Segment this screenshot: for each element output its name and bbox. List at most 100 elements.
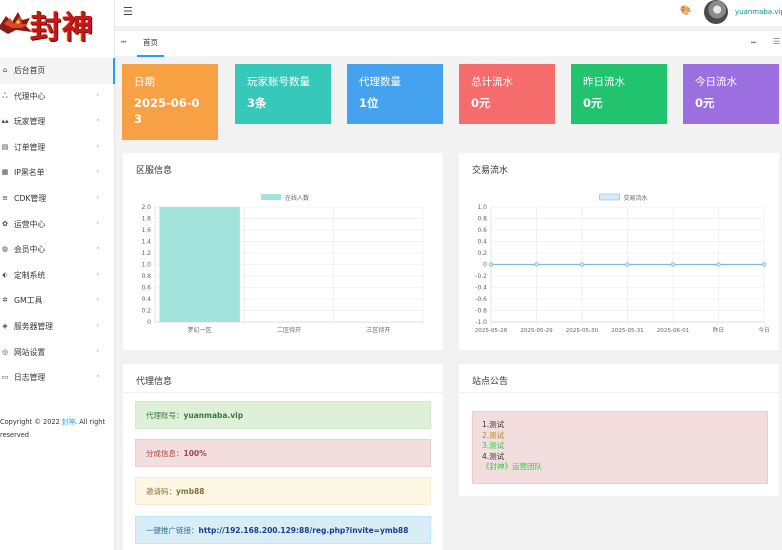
sidebar-item-label: 代理中心 xyxy=(14,91,46,101)
sidebar-item-10[interactable]: ◈ 服务器管理 › xyxy=(0,314,115,340)
sidebar-item-7[interactable]: ◍ 会员中心 › xyxy=(0,237,115,263)
sidebar-item-12[interactable]: ▭ 日志管理 › xyxy=(0,365,115,391)
invite-code-box: 邀请码：ymb88 xyxy=(135,477,431,505)
chevron-right-icon: › xyxy=(96,295,99,304)
server-icon: ◈ xyxy=(2,321,8,330)
legend-swatch[interactable] xyxy=(261,194,281,200)
stat-card-5: 今日流水 0元 xyxy=(683,64,779,124)
x-tick-label: 昨日 xyxy=(713,326,724,334)
avatar[interactable] xyxy=(704,0,728,24)
data-point[interactable] xyxy=(534,262,539,267)
chevron-right-icon: › xyxy=(96,141,99,150)
data-point[interactable] xyxy=(488,262,494,267)
chevron-right-icon: › xyxy=(96,90,99,99)
bar[interactable] xyxy=(159,207,240,322)
sidebar-item-label: 日志管理 xyxy=(14,373,46,383)
x-tick-label: 2025-05-29 xyxy=(520,328,553,334)
sidebar-item-11[interactable]: ◎ 网站设置 › xyxy=(0,340,115,366)
y-tick-label: -0.6 xyxy=(475,296,487,303)
legend-swatch[interactable] xyxy=(599,193,620,201)
home-icon: ⌂ xyxy=(2,66,8,74)
x-tick-label: 2025-05-28 xyxy=(475,328,508,334)
gear-icon: ✿ xyxy=(2,219,8,228)
sidebar-item-5[interactable]: ≡ CDK管理 › xyxy=(0,186,115,212)
copyright: Copyright © 2022 封神. All right reserved xyxy=(0,416,112,442)
data-point[interactable] xyxy=(670,262,676,267)
sidebar-item-label: 网站设置 xyxy=(14,347,46,357)
custom-icon: ⬖ xyxy=(2,270,8,279)
bug-icon: ✲ xyxy=(2,296,8,305)
agent-account-value: yuanmaba.vip xyxy=(183,411,244,420)
x-tick-label: 二区待开 xyxy=(277,326,301,334)
agent-account-box: 代理账号：yuanmaba.vip xyxy=(135,401,431,429)
tab-scroll-right-icon[interactable]: ⏭ xyxy=(751,39,756,47)
legend-label[interactable]: 在线人数 xyxy=(285,194,309,202)
chevron-right-icon: › xyxy=(96,320,99,329)
y-tick-label: -0.4 xyxy=(475,285,487,292)
stat-value: 0元 xyxy=(471,96,491,110)
stat-title: 代理数量 xyxy=(359,76,401,88)
trade-line-chart: 交易流水 -1.0 -0.8 -0.6 -0.4 -0.2 0 0.2 0.4 0.6 0.8 1.0… xyxy=(475,193,770,334)
data-point[interactable] xyxy=(625,262,630,267)
sidebar-item-label: 定制系统 xyxy=(14,270,46,280)
agent-share-value: 100% xyxy=(183,449,207,458)
chevron-right-icon: › xyxy=(96,269,99,278)
sidebar-item-6[interactable]: ✿ 运营中心 › xyxy=(0,212,115,238)
data-point[interactable] xyxy=(761,262,767,267)
stat-value: 0元 xyxy=(695,96,715,110)
stat-card-3: 总计流水 0元 xyxy=(459,64,555,124)
data-point[interactable] xyxy=(716,262,721,267)
y-tick-label: 0.8 xyxy=(477,216,487,223)
copyright-brand-link[interactable]: 封神 xyxy=(62,418,75,426)
agents-icon: ஃ xyxy=(2,91,8,100)
order-icon: ▤ xyxy=(1,142,9,151)
top-header: ☰ 🎨 yuanmaba.vip xyxy=(115,0,782,26)
y-tick-label: 0 xyxy=(147,319,151,326)
brand-logo[interactable]: 封神 xyxy=(0,2,112,46)
x-tick-label: 梦幻一区 xyxy=(188,326,212,334)
dragon-logo-icon xyxy=(0,12,32,34)
y-tick-label: 0.4 xyxy=(141,296,151,303)
y-tick-label: -0.8 xyxy=(475,308,487,315)
username[interactable]: yuanmaba.vip xyxy=(735,8,782,16)
server-bar-chart: 在线人数 0 0.2 0.4 0.6 0.8 1.0 1.2 1.4 1.6 1.8 2.0 梦幻一区 二… xyxy=(141,194,424,334)
notice-line: 4.测试 xyxy=(482,451,505,461)
stat-value: 0元 xyxy=(583,96,603,110)
blacklist-icon: ▦ xyxy=(1,168,9,177)
menu-toggle-icon[interactable]: ☰ xyxy=(123,5,133,18)
sidebar-item-9[interactable]: ✲ GM工具 › xyxy=(0,288,115,314)
sidebar-item-label: 会员中心 xyxy=(14,245,46,255)
x-tick-label: 三区待开 xyxy=(366,326,390,334)
tab-scroll-left-icon[interactable]: ⏮ xyxy=(121,39,126,47)
sidebar-item-4[interactable]: ▦ IP黑名单 › xyxy=(0,160,115,186)
promo-link[interactable]: http://192.168.200.129:88/reg.php?invite… xyxy=(199,526,409,535)
notice-line: 1.测试 xyxy=(482,420,505,429)
logo-text: 封神 xyxy=(30,10,94,46)
sidebar-item-8[interactable]: ⬖ 定制系统 › xyxy=(0,263,115,289)
trade-flow-panel: 交易流水 交易流水 -1.0 -0.8 -0.6 -0.4 -0.2 0 0.2 0.4 0.6 0… xyxy=(459,153,779,350)
y-tick-label: 1.0 xyxy=(477,204,487,211)
sidebar-item-1[interactable]: ஃ 代理中心 › xyxy=(0,84,115,110)
theme-palette-icon[interactable]: 🎨 xyxy=(680,6,691,16)
sidebar-item-0[interactable]: ⌂ 后台首页 xyxy=(0,58,115,84)
chevron-right-icon: › xyxy=(96,116,99,125)
sidebar-item-label: 后台首页 xyxy=(14,66,46,75)
legend-label[interactable]: 交易流水 xyxy=(624,194,648,202)
stat-title: 玩家账号数量 xyxy=(247,76,310,88)
tab-menu-icon[interactable]: ☰ xyxy=(773,37,780,46)
tab-bar: ⏮ 首页 ⏭ ☰ xyxy=(115,30,782,57)
sidebar-item-2[interactable]: ▴▴ 玩家管理 › xyxy=(0,109,115,135)
settings-icon: ◎ xyxy=(1,347,9,356)
stat-card-2: 代理数量 1位 xyxy=(347,64,443,124)
data-point[interactable] xyxy=(579,262,585,267)
y-tick-label: 2.0 xyxy=(141,204,151,211)
tab-home[interactable]: 首页 xyxy=(137,31,164,57)
notice-line: 《封神》运营团队 xyxy=(482,462,542,472)
chevron-right-icon: › xyxy=(96,167,99,176)
y-tick-label: 0.8 xyxy=(141,273,151,280)
chevron-right-icon: › xyxy=(96,218,99,227)
y-tick-label: 1.4 xyxy=(141,239,151,246)
invite-code-value: ymb88 xyxy=(176,487,205,496)
chevron-right-icon: › xyxy=(96,346,99,355)
sidebar-item-3[interactable]: ▤ 订单管理 › xyxy=(0,135,115,161)
